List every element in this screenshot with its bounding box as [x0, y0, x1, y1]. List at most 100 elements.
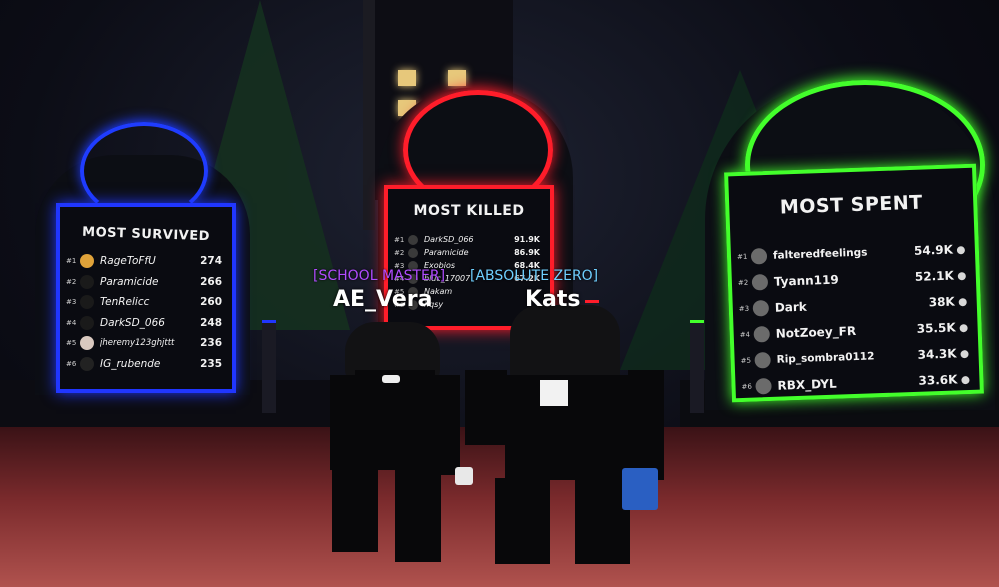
player-avatar	[80, 254, 94, 269]
player-avatar	[80, 356, 94, 371]
rank-label: #4	[66, 318, 77, 327]
board-title: MOST KILLED	[413, 203, 525, 219]
shopping-bag	[622, 468, 658, 510]
stat-number: 38K	[928, 294, 955, 310]
player-rank-title: [ABSOLUTE ZERO]	[470, 268, 599, 284]
stat-value: 38K	[928, 294, 976, 310]
player-username: Kats	[525, 287, 581, 312]
player-name: NotZoey_FR	[775, 323, 857, 341]
coin-icon	[957, 271, 966, 280]
player-name: Paramicide	[424, 248, 469, 257]
player-avatar	[80, 315, 94, 330]
stat-value: 34.3K	[917, 346, 978, 362]
leaderboard-rows: #1 falteredfeelings 54.9K #2 Tyann119 52…	[731, 236, 980, 400]
leaderboard-rows: #1 RageToFfU 274 #2 Paramicide 266 #3 Te…	[60, 251, 232, 374]
character-arm	[435, 375, 460, 475]
stat-value: 248	[200, 316, 222, 329]
stat-value: 35.5K	[916, 320, 977, 336]
rank-label: #2	[394, 248, 405, 257]
rank-label: #5	[740, 356, 752, 366]
stat-value: 236	[200, 337, 222, 350]
leaderboard-row: #1 RageToFfU 274	[60, 251, 232, 272]
player-avatar	[755, 377, 772, 395]
character-arm	[330, 375, 355, 470]
character-torso	[355, 370, 435, 470]
leaderboard-row: #6 IG_rubende 235	[60, 354, 232, 375]
coin-icon	[960, 349, 969, 358]
player-rank-title: [SCHOOL MASTER]	[313, 268, 446, 284]
stat-value: 52.1K	[915, 268, 976, 284]
player-name: RageToFfU	[100, 255, 156, 268]
stat-number: 35.5K	[916, 320, 956, 336]
leaderboard-row: #2 Paramicide 86.9K	[388, 246, 550, 259]
lit-window	[398, 70, 416, 86]
player-avatar	[408, 234, 418, 245]
rank-label: #4	[739, 330, 751, 340]
stat-number: 34.3K	[917, 346, 957, 362]
board-title: MOST SURVIVED	[81, 224, 211, 245]
player-username: AE_Vera	[333, 287, 433, 312]
rank-label: #5	[66, 339, 77, 348]
leaderboard-row: #3 TenRelicc 260	[60, 292, 232, 313]
stat-value: 54.9K	[914, 242, 975, 258]
lantern-post	[262, 320, 276, 413]
coin-icon	[959, 323, 968, 332]
character-collar	[540, 380, 568, 406]
game-scene: MOST SURVIVED #1 RageToFfU 274 #2 Parami…	[0, 0, 999, 587]
player-avatar	[80, 274, 94, 289]
rank-label: #1	[66, 257, 77, 266]
leaderboard-row: #2 Paramicide 266	[60, 272, 232, 293]
rank-label: #6	[741, 382, 753, 391]
rank-label: #1	[394, 235, 405, 244]
leaderboard-most-survived: MOST SURVIVED #1 RageToFfU 274 #2 Parami…	[56, 203, 236, 393]
character-leg	[495, 478, 550, 564]
player-avatar	[750, 248, 768, 265]
player-name: DarkSD_066	[100, 316, 165, 329]
lamp-pole	[363, 0, 375, 230]
player-name: Paramicide	[100, 275, 159, 288]
player-name: TenRelicc	[100, 296, 150, 309]
player-avatar	[408, 247, 418, 258]
character-hair	[510, 305, 620, 385]
player-avatar	[80, 295, 94, 310]
coin-icon	[956, 245, 966, 254]
player-avatar	[754, 351, 771, 369]
character-arm	[628, 370, 664, 480]
rank-label: #1	[736, 252, 748, 262]
player-avatar	[753, 325, 771, 343]
player-name: Tyann119	[773, 272, 839, 289]
board-title: MOST SPENT	[779, 191, 924, 219]
character-bow	[382, 375, 400, 383]
leaderboard-row: #4 DarkSD_066 248	[60, 313, 232, 334]
player-name: Rip_sombra0112	[776, 350, 875, 366]
player-avatar	[752, 299, 770, 317]
rank-label: #2	[66, 277, 77, 286]
player-nametag-left: [SCHOOL MASTER] AE_Vera	[313, 268, 445, 312]
player-name: DarkSD_066	[424, 235, 474, 244]
rank-label: #3	[738, 304, 750, 314]
stat-number: 54.9K	[913, 242, 954, 258]
character-leg	[395, 470, 441, 562]
player-name: falteredfeelings	[772, 246, 868, 262]
leaderboard-most-spent: MOST SPENT #1 falteredfeelings 54.9K #2 …	[724, 163, 984, 403]
player-name: IG_rubende	[100, 357, 161, 370]
coin-icon	[958, 297, 967, 306]
rank-label: #2	[737, 278, 749, 288]
player-avatar	[751, 274, 769, 291]
player-name: jheremy123ghjttt	[100, 338, 175, 349]
stat-value: 274	[200, 255, 222, 268]
player-nametag-right: [ABSOLUTE ZERO] Kats	[470, 268, 598, 312]
player-name: Dark	[774, 299, 808, 315]
character-leg	[332, 470, 378, 552]
lantern-post	[690, 320, 704, 413]
leaderboard-row: #1 DarkSD_066 91.9K	[388, 233, 550, 246]
leaderboard-row: #5 jheremy123ghjttt 236	[60, 333, 232, 354]
rank-label: #6	[66, 359, 77, 368]
stat-value: 86.9K	[514, 248, 540, 257]
player-avatar	[80, 336, 94, 351]
stat-value: 260	[200, 296, 222, 309]
coin-icon	[961, 375, 970, 384]
player-name: RBX_DYL	[777, 376, 837, 393]
rank-label: #3	[66, 298, 77, 307]
stat-number: 33.6K	[918, 372, 958, 388]
